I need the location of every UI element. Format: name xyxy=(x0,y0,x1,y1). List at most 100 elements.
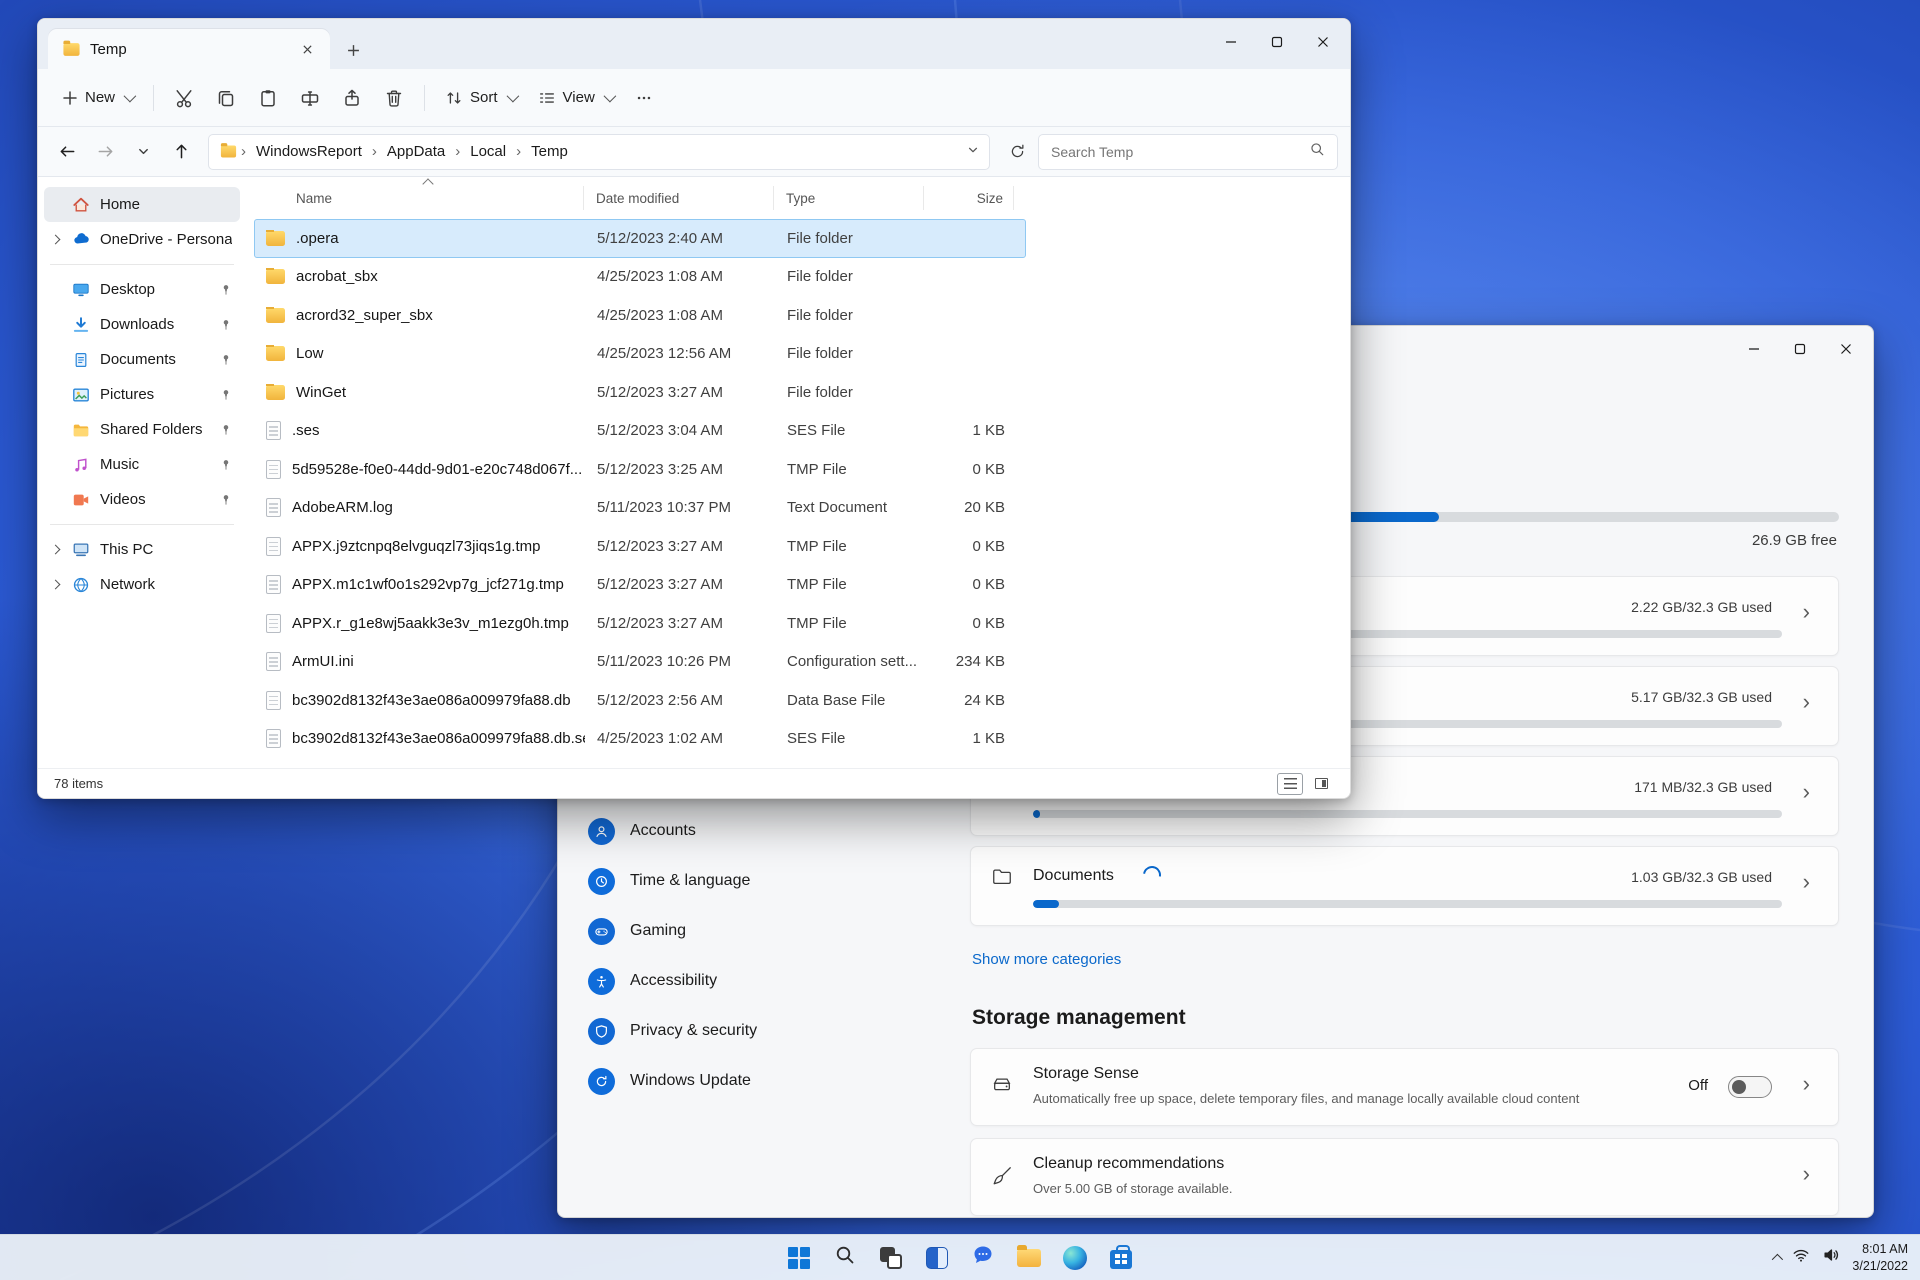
breadcrumb-appdata[interactable]: AppData xyxy=(380,140,452,163)
back-button[interactable] xyxy=(50,135,84,169)
file-name: bc3902d8132f43e3ae086a009979fa88.db xyxy=(292,691,571,709)
sidebar-item-network[interactable]: Network xyxy=(44,567,240,602)
file-row[interactable]: bc3902d8132f43e3ae086a009979fa88.db.ses … xyxy=(254,720,1026,759)
address-dropdown-button[interactable] xyxy=(967,143,979,160)
settings-nav-privacy-security[interactable]: Privacy & security xyxy=(574,1006,934,1056)
sidebar-item-home[interactable]: Home xyxy=(44,187,240,222)
sidebar-item-videos[interactable]: Videos xyxy=(44,482,240,517)
sidebar-item-documents[interactable]: Documents xyxy=(44,342,240,377)
file-name: APPX.m1c1wf0o1s292vp7g_jcf271g.tmp xyxy=(292,576,564,594)
breadcrumb-local[interactable]: Local xyxy=(463,140,513,163)
storage-sense-toggle[interactable] xyxy=(1728,1076,1772,1098)
recent-locations-button[interactable] xyxy=(126,135,160,169)
search-box[interactable] xyxy=(1038,133,1338,170)
file-row[interactable]: bc3902d8132f43e3ae086a009979fa88.db 5/12… xyxy=(254,681,1026,720)
expand-chevron-icon[interactable] xyxy=(50,234,60,245)
settings-nav-gaming[interactable]: Gaming xyxy=(574,906,934,956)
refresh-button[interactable] xyxy=(1000,135,1034,169)
breadcrumb-temp[interactable]: Temp xyxy=(524,140,575,163)
sidebar-item-label: OneDrive - Persona xyxy=(100,231,232,248)
file-row[interactable]: APPX.r_g1e8wj5aakk3e3v_m1ezg0h.tmp 5/12/… xyxy=(254,604,1026,643)
column-header-date-modified[interactable]: Date modified xyxy=(584,186,774,210)
category-bar xyxy=(1033,810,1782,818)
new-button-label: New xyxy=(85,89,116,106)
new-button[interactable]: New xyxy=(52,80,143,115)
file-row[interactable]: WinGet 5/12/2023 3:27 AM File folder xyxy=(254,373,1026,412)
file-date-modified: 4/25/2023 1:08 AM xyxy=(597,306,723,324)
sidebar-item-onedrive[interactable]: OneDrive - Persona xyxy=(44,222,240,257)
cut-button[interactable] xyxy=(164,79,204,117)
disk-free-label: 26.9 GB free xyxy=(1751,532,1837,549)
edge-button[interactable] xyxy=(1055,1238,1095,1278)
category-name: Documents xyxy=(1033,867,1114,884)
pin-icon xyxy=(220,389,232,401)
delete-button[interactable] xyxy=(374,79,414,117)
clock[interactable]: 8:01 AM 3/21/2022 xyxy=(1852,1241,1908,1275)
file-row[interactable]: Low 4/25/2023 12:56 AM File folder xyxy=(254,335,1026,374)
column-header-type[interactable]: Type xyxy=(774,186,924,210)
rename-button[interactable] xyxy=(290,79,330,117)
breadcrumb-separator: › xyxy=(241,143,246,160)
settings-nav-windows-update[interactable]: Windows Update xyxy=(574,1056,934,1106)
close-button[interactable] xyxy=(1300,19,1346,65)
file-row[interactable]: APPX.j9ztcnpq8elvguqzl73jiqs1g.tmp 5/12/… xyxy=(254,527,1026,566)
large-icons-view-toggle[interactable] xyxy=(1308,773,1334,795)
file-row[interactable]: acrord32_super_sbx 4/25/2023 1:08 AM Fil… xyxy=(254,296,1026,335)
file-row[interactable]: 5d59528e-f0e0-44dd-9d01-e20c748d067f... … xyxy=(254,450,1026,489)
settings-nav-accessibility[interactable]: Accessibility xyxy=(574,956,934,1006)
settings-nav-time-language[interactable]: Time & language xyxy=(574,856,934,906)
tab-close-icon[interactable] xyxy=(294,36,320,62)
up-button[interactable] xyxy=(164,135,198,169)
sidebar-item-shared-folders[interactable]: Shared Folders xyxy=(44,412,240,447)
file-row[interactable]: AdobeARM.log 5/11/2023 10:37 PM Text Doc… xyxy=(254,489,1026,528)
file-type: File folder xyxy=(787,345,853,363)
chat-button[interactable] xyxy=(963,1238,1003,1278)
forward-button[interactable] xyxy=(88,135,122,169)
sidebar-item-pictures[interactable]: Pictures xyxy=(44,377,240,412)
breadcrumb-windowsreport[interactable]: WindowsReport xyxy=(249,140,369,163)
paste-button[interactable] xyxy=(248,79,288,117)
column-header-name[interactable]: Name xyxy=(254,186,584,210)
pin-icon xyxy=(220,494,232,506)
search-input[interactable] xyxy=(1051,143,1301,160)
sort-button[interactable]: Sort xyxy=(435,80,526,116)
view-button[interactable]: View xyxy=(528,80,623,116)
task-view-button[interactable] xyxy=(871,1238,911,1278)
storage-category-card-documents[interactable]: Documents 1.03 GB/32.3 GB used › xyxy=(970,846,1839,926)
file-type: TMP File xyxy=(787,537,847,555)
expand-chevron-icon[interactable] xyxy=(50,544,60,555)
more-options-button[interactable] xyxy=(625,80,663,116)
widgets-button[interactable] xyxy=(917,1238,957,1278)
expand-chevron-icon[interactable] xyxy=(50,579,60,590)
column-header-size[interactable]: Size xyxy=(924,186,1014,210)
minimize-button[interactable] xyxy=(1208,19,1254,65)
file-row[interactable]: acrobat_sbx 4/25/2023 1:08 AM File folde… xyxy=(254,258,1026,297)
cleanup-recommendations-card[interactable]: Cleanup recommendations Over 5.00 GB of … xyxy=(970,1138,1839,1216)
file-row[interactable]: .ses 5/12/2023 3:04 AM SES File 1 KB xyxy=(254,412,1026,451)
volume-icon[interactable] xyxy=(1822,1246,1840,1269)
wifi-icon[interactable] xyxy=(1792,1246,1810,1269)
storage-sense-card[interactable]: Storage Sense Automatically free up spac… xyxy=(970,1048,1839,1126)
hidden-icons-chevron-icon[interactable] xyxy=(1772,1253,1784,1265)
address-bar[interactable]: › WindowsReport › AppData › Local › Temp xyxy=(208,133,990,170)
settings-nav-accounts[interactable]: Accounts xyxy=(574,806,934,856)
search-button[interactable] xyxy=(825,1238,865,1278)
explorer-statusbar: 78 items xyxy=(38,768,1350,798)
store-button[interactable] xyxy=(1101,1238,1141,1278)
show-more-categories-link[interactable]: Show more categories xyxy=(972,951,1121,968)
sidebar-item-desktop[interactable]: Desktop xyxy=(44,272,240,307)
maximize-button[interactable] xyxy=(1254,19,1300,65)
file-row[interactable]: ArmUI.ini 5/11/2023 10:26 PM Configurati… xyxy=(254,643,1026,682)
new-tab-button[interactable] xyxy=(340,37,366,63)
sidebar-item-this-pc[interactable]: This PC xyxy=(44,532,240,567)
sidebar-item-downloads[interactable]: Downloads xyxy=(44,307,240,342)
start-button[interactable] xyxy=(779,1238,819,1278)
share-button[interactable] xyxy=(332,79,372,117)
copy-button[interactable] xyxy=(206,79,246,117)
file-row[interactable]: .opera 5/12/2023 2:40 AM File folder xyxy=(254,219,1026,258)
file-explorer-button[interactable] xyxy=(1009,1238,1049,1278)
explorer-tab[interactable]: Temp xyxy=(48,29,330,69)
file-row[interactable]: APPX.m1c1wf0o1s292vp7g_jcf271g.tmp 5/12/… xyxy=(254,566,1026,605)
details-view-toggle[interactable] xyxy=(1277,772,1303,795)
sidebar-item-music[interactable]: Music xyxy=(44,447,240,482)
